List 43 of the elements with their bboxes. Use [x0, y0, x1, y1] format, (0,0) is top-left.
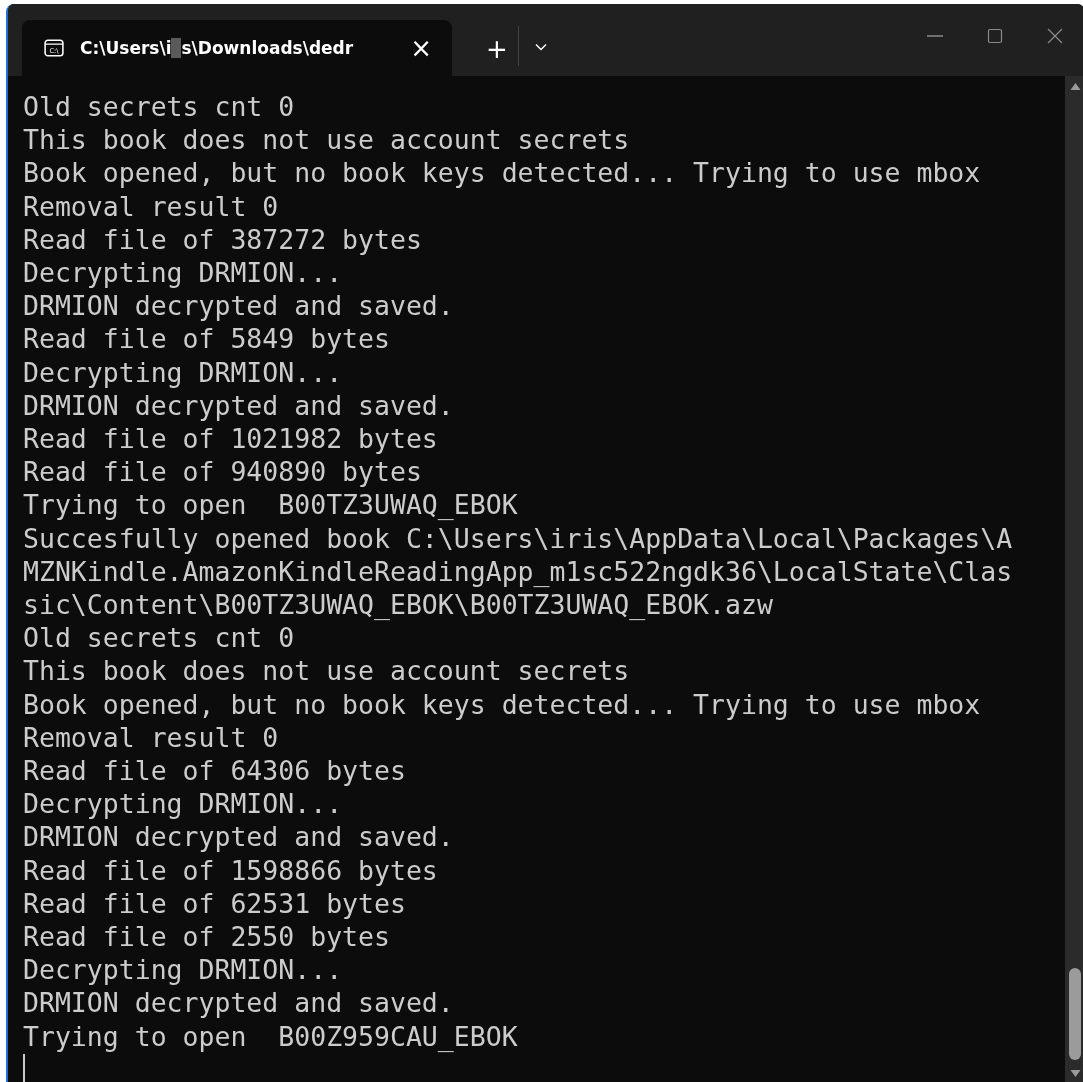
console-line: Read file of 387272 bytes — [23, 222, 422, 256]
console-line: DRMION decrypted and saved. — [23, 388, 454, 423]
console-line: DRMION decrypted and saved. — [23, 289, 454, 323]
console-line: Read file of 940890 bytes — [23, 455, 422, 489]
console-line: Decrypting DRMION... — [23, 256, 343, 290]
text-cursor — [23, 1053, 25, 1082]
chevron-down-icon — [534, 43, 547, 51]
console-line: Trying to open B00Z959CAU_EBOK — [23, 1019, 518, 1053]
console-line: Book opened, but no book keys detected... Trying to use mbox — [23, 156, 981, 190]
redaction-block — [171, 38, 182, 58]
scrollbar[interactable] — [1065, 76, 1083, 1082]
console-line: This book does not use account secrets — [23, 654, 630, 688]
console-line: Decrypting DRMION... — [23, 953, 343, 987]
scroll-down-icon — [1069, 1070, 1081, 1078]
console-line: Old secrets cnt 0 — [23, 90, 295, 124]
minimize-icon — [927, 35, 943, 37]
console-line: Read file of 1021982 bytes — [23, 422, 438, 456]
console-line: Trying to open B00TZ3UWAQ_EBOK — [23, 488, 518, 522]
console-line: This book does not use account secrets — [23, 123, 630, 157]
console-line: Decrypting DRMION... — [23, 787, 343, 821]
scroll-up-icon — [1069, 82, 1081, 90]
new-tab-button[interactable]: + — [476, 34, 518, 64]
tab-title: C:\Users\i — [80, 38, 172, 58]
console-line: DRMION decrypted and saved. — [23, 820, 454, 854]
console-line: Read file of 62531 bytes — [23, 886, 406, 921]
console-line: sic\Content\B00TZ3UWAQ_EBOK\B00TZ3UWAQ_EBOK.azw — [23, 588, 773, 622]
console-line: Decrypting DRMION... — [23, 355, 343, 389]
console-line: Removal result 0 — [23, 189, 279, 223]
console-line: Read file of 64306 bytes — [23, 754, 406, 788]
scrollbar-thumb[interactable] — [1069, 968, 1081, 1060]
console-line: Book opened, but no book keys detected... Trying to use mbox — [23, 687, 981, 721]
console-line: Read file of 1598866 bytes — [23, 853, 438, 887]
console-line: Succesfully opened book C:\Users\iris\AppData\Local\Packages\A — [23, 521, 1013, 555]
console-line: Read file of 2550 bytes — [23, 920, 390, 954]
console-line: MZNKindle.AmazonKindleReadingApp_m1sc522ngdk36\LocalState\Clas — [23, 554, 1013, 589]
close-tab-button[interactable]: × — [406, 33, 436, 63]
console-line: Old secrets cnt 0 — [23, 621, 295, 655]
maximize-icon — [987, 28, 1003, 44]
console-line: DRMION decrypted and saved. — [23, 986, 454, 1020]
close-icon — [1047, 28, 1063, 44]
tab-title: s\Downloads\dedr — [181, 38, 354, 58]
console-line: Removal result 0 — [23, 720, 279, 755]
console-line: Read file of 5849 bytes — [23, 322, 390, 356]
